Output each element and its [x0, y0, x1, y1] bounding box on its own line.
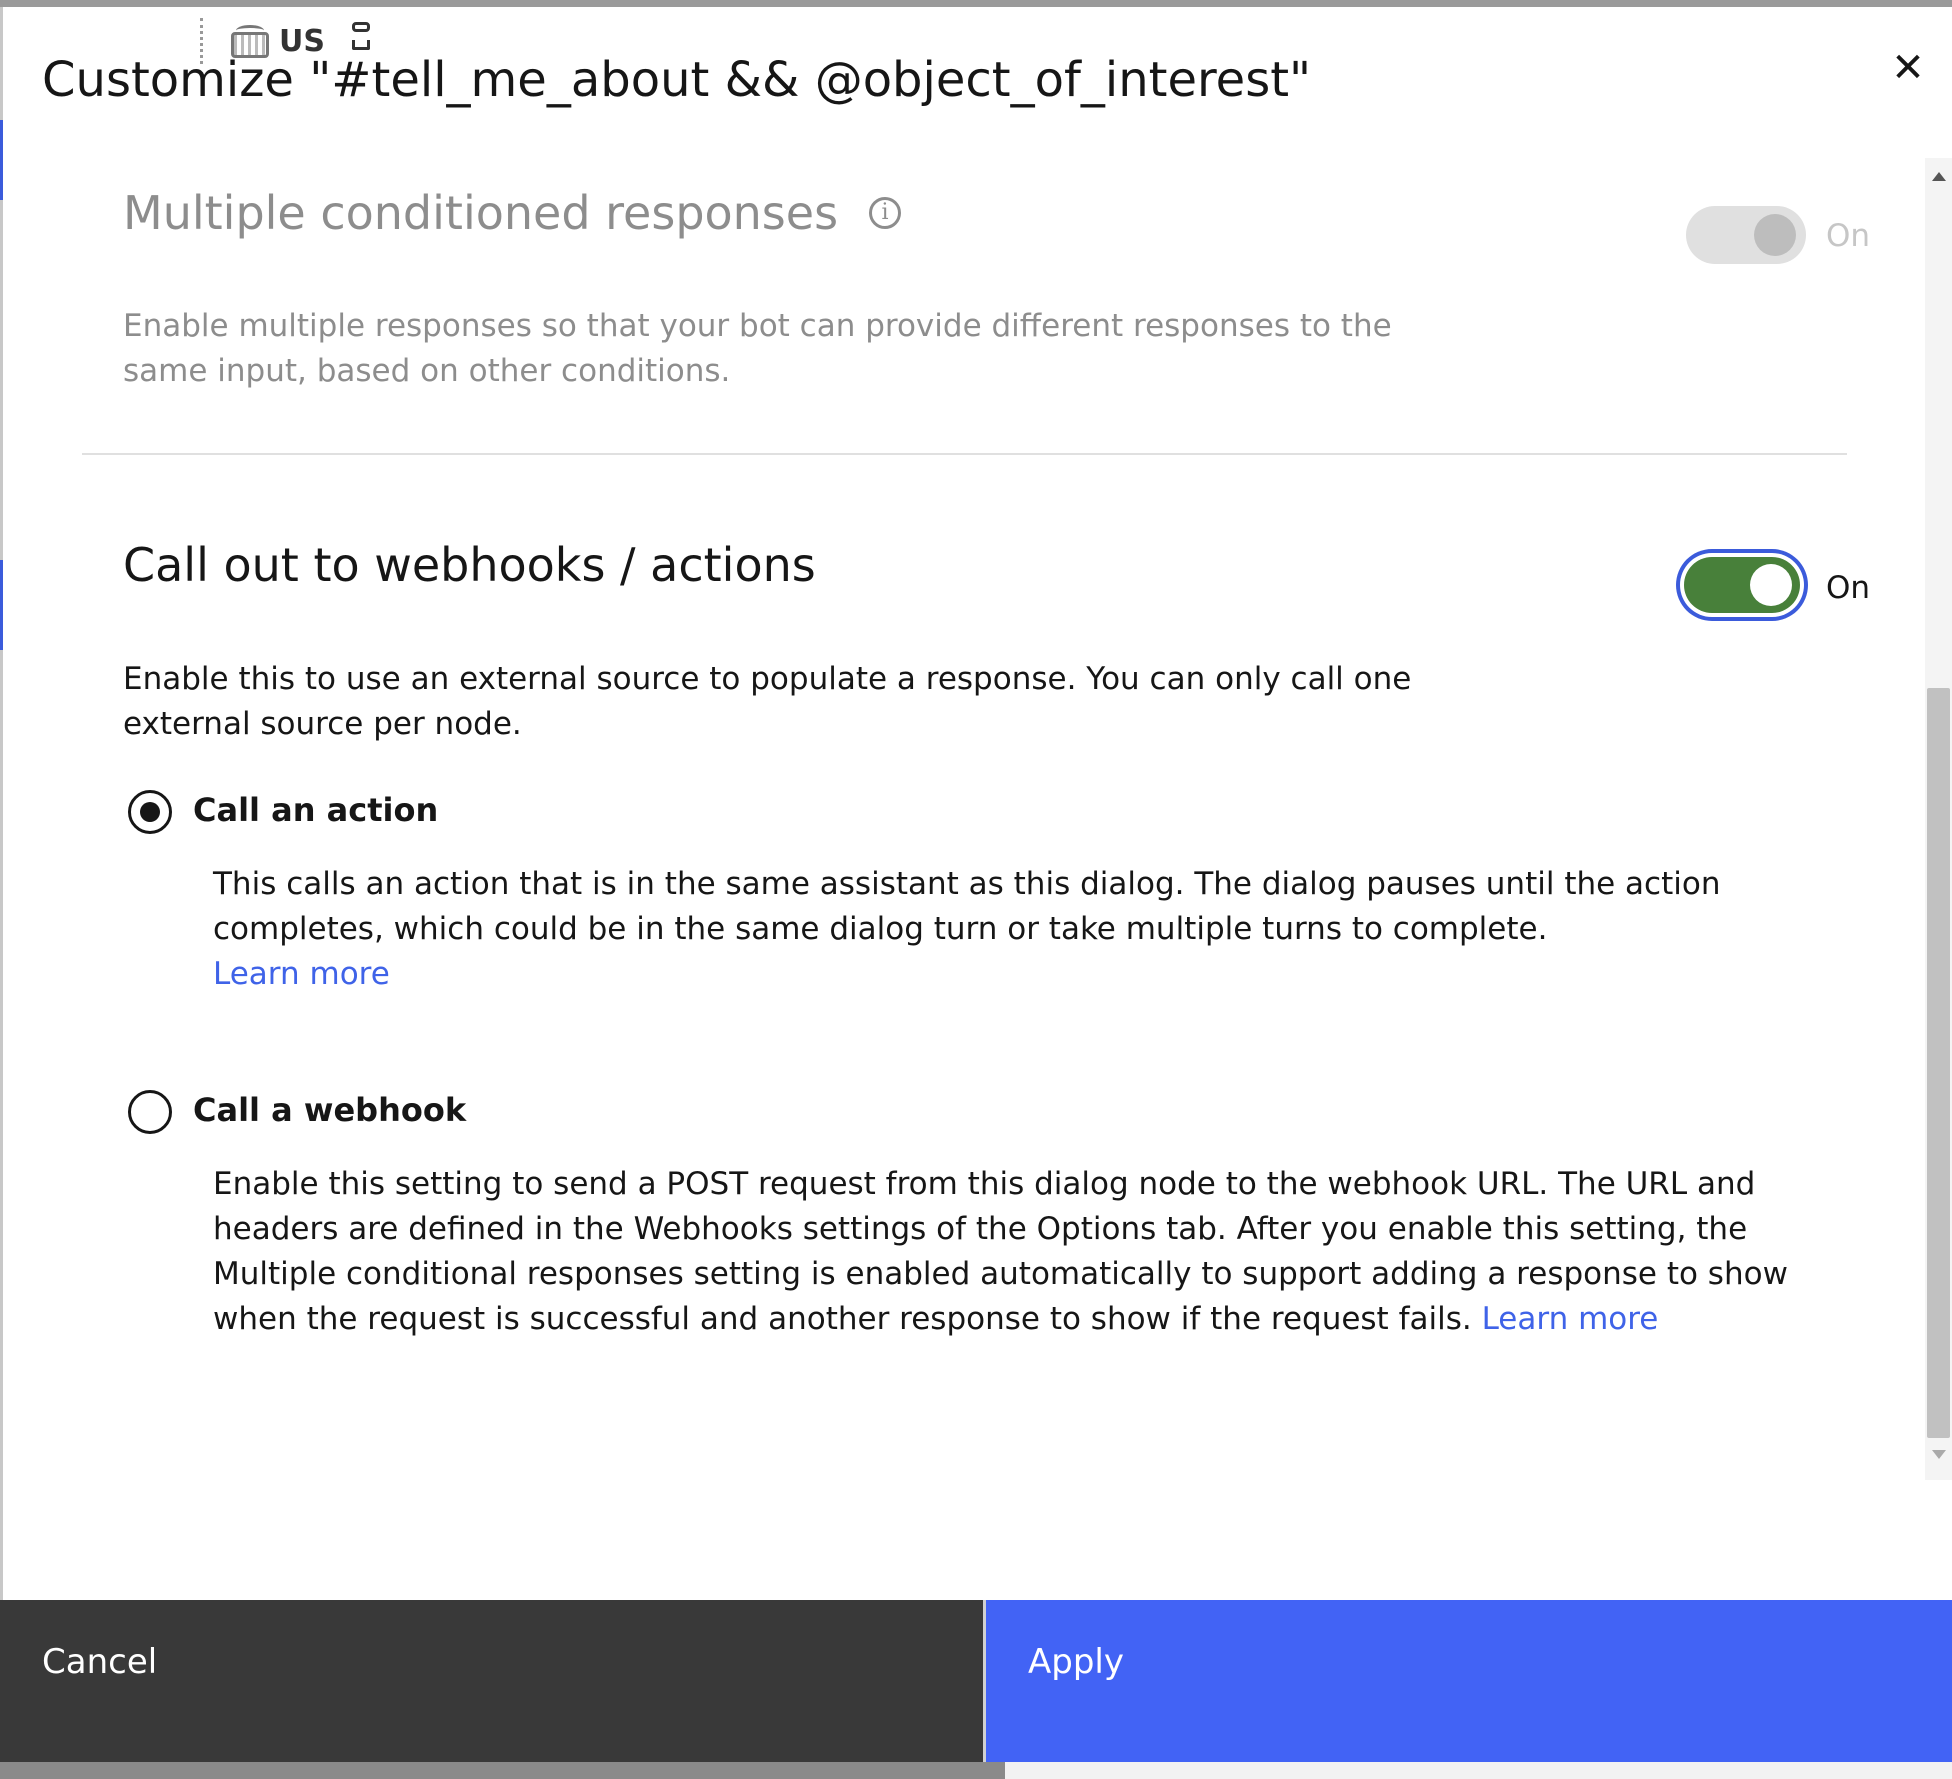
cancel-button[interactable]: Cancel — [0, 1600, 983, 1762]
scrollbar-thumb[interactable] — [1927, 688, 1950, 1438]
call-action-learn-more-link[interactable]: Learn more — [213, 956, 390, 992]
background-page-strip — [0, 1762, 1952, 1779]
background-page-edge — [0, 7, 3, 1607]
background-page-peek — [1005, 1762, 1952, 1779]
multiple-responses-title: Multiple conditioned responses — [123, 186, 839, 240]
info-icon[interactable]: i — [869, 197, 901, 229]
call-action-description: This calls an action that is in the same… — [213, 862, 1813, 997]
close-button[interactable]: ✕ — [1885, 45, 1931, 91]
webhooks-toggle[interactable] — [1684, 557, 1800, 613]
toggle-knob — [1750, 564, 1792, 606]
radio-selected-dot — [140, 802, 160, 822]
multiple-responses-toggle-label: On — [1826, 218, 1871, 254]
webhooks-title: Call out to webhooks / actions — [123, 538, 816, 592]
call-webhook-learn-more-link[interactable]: Learn more — [1482, 1301, 1659, 1337]
call-webhook-description: Enable this setting to send a POST reque… — [213, 1162, 1813, 1342]
scroll-down-icon[interactable] — [1932, 1450, 1946, 1459]
call-webhook-label[interactable]: Call a webhook — [193, 1091, 466, 1129]
dialog-footer: Cancel Apply — [0, 1600, 1952, 1762]
dialog-title: Customize "#tell_me_about && @object_of_… — [42, 52, 1312, 108]
window-top-strip — [0, 0, 1952, 7]
apply-button[interactable]: Apply — [983, 1600, 1952, 1762]
call-action-description-text: This calls an action that is in the same… — [213, 866, 1721, 947]
scroll-up-icon[interactable] — [1932, 172, 1946, 181]
toggle-knob — [1754, 214, 1796, 256]
call-action-label[interactable]: Call an action — [193, 791, 438, 829]
webhooks-toggle-label: On — [1826, 570, 1871, 606]
call-action-radio[interactable] — [128, 790, 172, 834]
close-icon: ✕ — [1891, 45, 1925, 91]
multiple-responses-toggle — [1686, 206, 1806, 264]
background-accent — [0, 560, 3, 650]
multiple-responses-description: Enable multiple responses so that your b… — [123, 308, 1392, 389]
section-divider — [82, 453, 1847, 455]
webhooks-description: Enable this to use an external source to… — [123, 661, 1412, 742]
call-webhook-radio[interactable] — [128, 1090, 172, 1134]
background-accent — [0, 120, 3, 200]
